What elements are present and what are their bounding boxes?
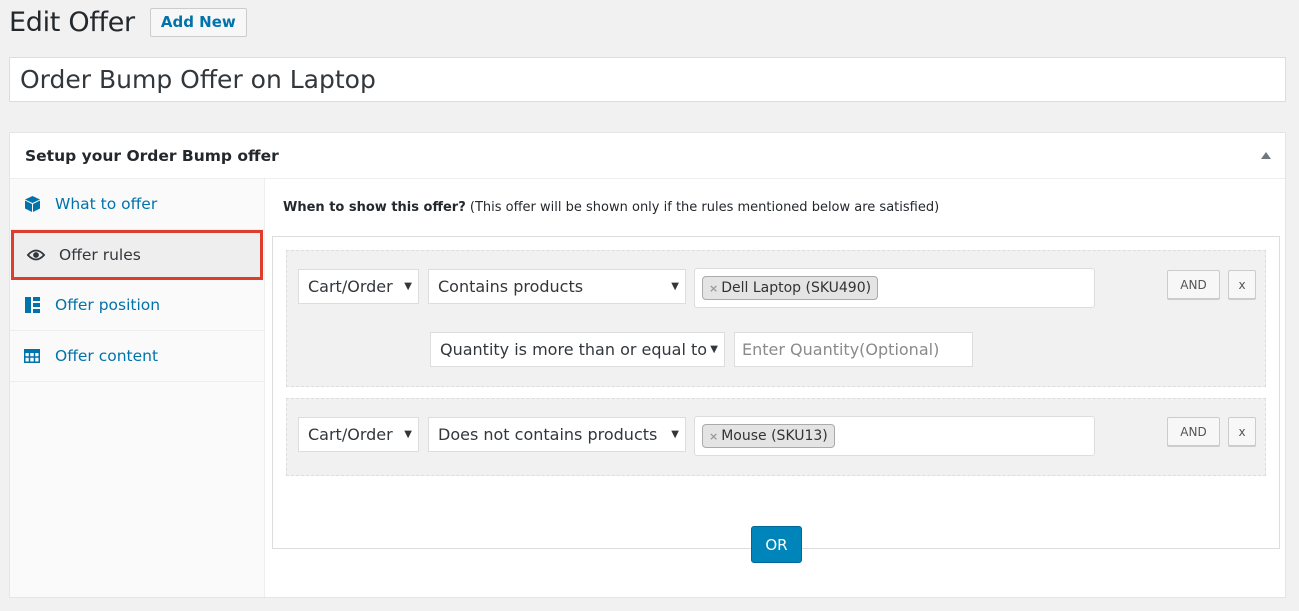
rules-heading-note: (This offer will be shown only if the ru… — [465, 200, 940, 215]
tab-label: Offer rules — [59, 246, 141, 264]
offer-tabs-sidebar: What to offer Offer rules Offer position… — [10, 179, 265, 597]
tab-label: What to offer — [55, 195, 158, 213]
table-icon — [23, 347, 41, 365]
condition-select-value: Contains products — [438, 277, 584, 296]
product-chip: × Dell Laptop (SKU490) — [702, 276, 879, 300]
rules-heading: When to show this offer? (This offer wil… — [283, 200, 939, 215]
page-title: Edit Offer — [9, 6, 135, 38]
product-multiselect[interactable]: × Dell Laptop (SKU490) — [694, 268, 1095, 308]
add-new-button[interactable]: Add New — [149, 7, 247, 37]
caret-down-icon: ▼ — [671, 429, 679, 440]
metabox-title: Setup your Order Bump offer — [25, 146, 279, 165]
remove-chip-icon[interactable]: × — [709, 282, 718, 295]
remove-chip-icon[interactable]: × — [709, 430, 718, 443]
tab-label: Offer content — [55, 347, 159, 365]
eye-icon — [27, 246, 45, 264]
remove-rule-button[interactable]: x — [1228, 270, 1256, 299]
rule-group: Cart/Order ▼ Contains products ▼ × Dell … — [286, 250, 1266, 387]
scope-select[interactable]: Cart/Order ▼ — [298, 269, 419, 304]
caret-down-icon: ▼ — [404, 429, 412, 440]
and-button[interactable]: AND — [1167, 417, 1220, 446]
caret-down-icon: ▼ — [671, 281, 679, 292]
rules-container: Cart/Order ▼ Contains products ▼ × Dell … — [272, 236, 1280, 549]
rule-group: Cart/Order ▼ Does not contains products … — [286, 398, 1266, 476]
offer-rules-panel: When to show this offer? (This offer wil… — [272, 179, 1280, 597]
scope-select-value: Cart/Order — [308, 277, 393, 296]
triangle-up-icon[interactable] — [1261, 152, 1271, 159]
caret-down-icon: ▼ — [404, 281, 412, 292]
offer-title-input[interactable]: Order Bump Offer on Laptop — [9, 57, 1286, 102]
scope-select[interactable]: Cart/Order ▼ — [298, 417, 419, 452]
tab-offer-content[interactable]: Offer content — [10, 331, 264, 382]
product-chip-label: Dell Laptop (SKU490) — [721, 280, 872, 296]
tab-label: Offer position — [55, 296, 161, 314]
tab-offer-position[interactable]: Offer position — [10, 280, 264, 331]
rules-heading-bold: When to show this offer? — [283, 200, 466, 215]
layout-icon — [23, 296, 41, 314]
or-button[interactable]: OR — [751, 526, 802, 563]
cube-icon — [23, 195, 41, 213]
tab-offer-rules[interactable]: Offer rules — [11, 230, 263, 280]
condition-select[interactable]: Contains products ▼ — [428, 269, 686, 304]
remove-rule-button[interactable]: x — [1228, 417, 1256, 446]
caret-down-icon: ▼ — [710, 344, 718, 355]
quantity-condition-select[interactable]: Quantity is more than or equal to ▼ — [430, 332, 725, 367]
product-chip-label: Mouse (SKU13) — [721, 428, 828, 444]
condition-select[interactable]: Does not contains products ▼ — [428, 417, 686, 452]
quantity-condition-value: Quantity is more than or equal to — [440, 340, 708, 359]
condition-select-value: Does not contains products — [438, 425, 658, 444]
product-chip: × Mouse (SKU13) — [702, 424, 835, 448]
and-button[interactable]: AND — [1167, 270, 1220, 299]
quantity-input[interactable]: Enter Quantity(Optional) — [734, 332, 973, 367]
tab-what-to-offer[interactable]: What to offer — [10, 179, 264, 230]
page-header: Edit Offer Add New — [9, 6, 247, 38]
product-multiselect[interactable]: × Mouse (SKU13) — [694, 416, 1095, 456]
order-bump-metabox: Setup your Order Bump offer What to offe… — [9, 132, 1286, 598]
metabox-header[interactable]: Setup your Order Bump offer — [10, 133, 1285, 179]
scope-select-value: Cart/Order — [308, 425, 393, 444]
